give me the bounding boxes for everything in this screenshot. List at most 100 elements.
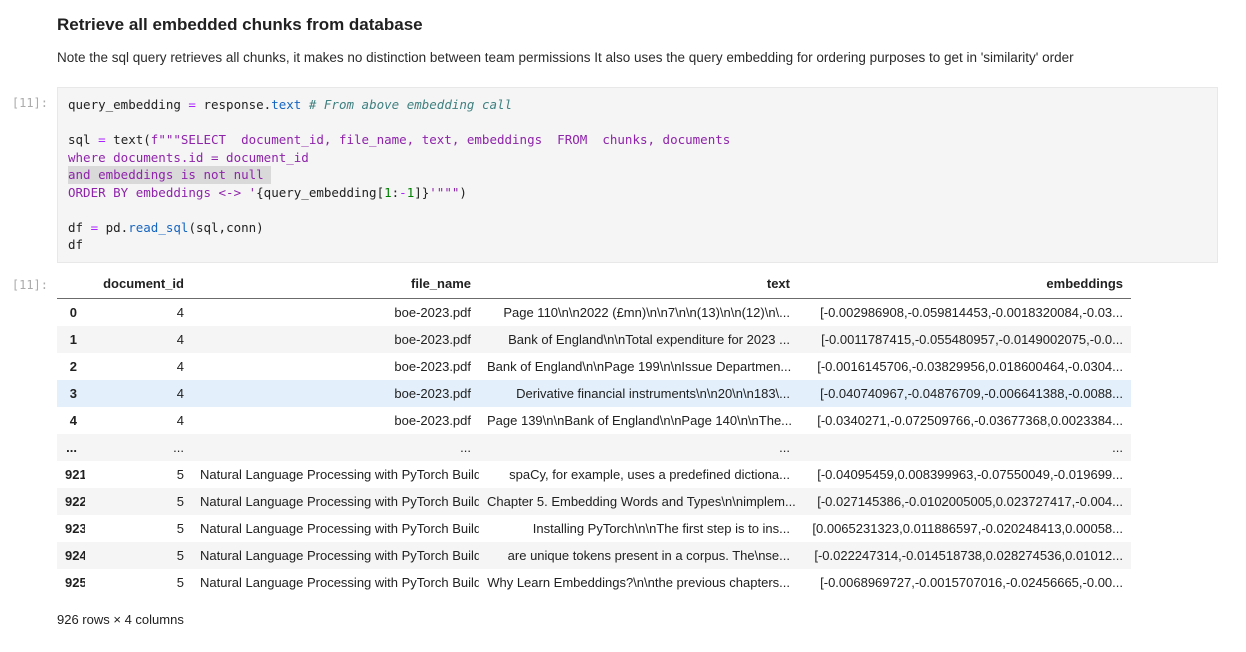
table-cell: Natural Language Processing with PyTorch… <box>192 569 479 596</box>
table-cell: [-0.0068969727,-0.0015707016,-0.02456665… <box>798 569 1131 596</box>
code-token: (sql,conn) <box>188 220 263 235</box>
code-line: ORDER BY embeddings <-> '{query_embeddin… <box>68 184 1207 202</box>
column-header: embeddings <box>798 270 1131 299</box>
table-cell: boe-2023.pdf <box>192 353 479 380</box>
table-header: document_idfile_nametextembeddings <box>57 270 1131 299</box>
code-token: = <box>188 97 196 112</box>
output-area: document_idfile_nametextembeddings 04boe… <box>57 270 1246 627</box>
code-cell: [11]: query_embedding = response.text # … <box>0 87 1246 263</box>
column-header: text <box>479 270 798 299</box>
table-cell: 4 <box>85 353 192 380</box>
code-token: query_embedding <box>68 97 188 112</box>
row-index: 0 <box>57 298 85 326</box>
table-cell: 4 <box>85 326 192 353</box>
code-token: sql <box>68 132 98 147</box>
row-index: ... <box>57 434 85 461</box>
table-cell: Page 139\n\nBank of England\n\nPage 140\… <box>479 407 798 434</box>
code-token: text <box>271 97 301 112</box>
row-index: 1 <box>57 326 85 353</box>
code-token: df <box>68 237 83 252</box>
table-cell: Page 110\n\n2022 (£mn)\n\n7\n\n(13)\n\n(… <box>479 298 798 326</box>
table-cell: [-0.027145386,-0.0102005005,0.023727417,… <box>798 488 1131 515</box>
table-body: 04boe-2023.pdfPage 110\n\n2022 (£mn)\n\n… <box>57 298 1131 596</box>
output-prompt: [11]: <box>0 270 48 292</box>
table-row: 9245Natural Language Processing with PyT… <box>57 542 1131 569</box>
row-index: 925 <box>57 569 85 596</box>
column-header <box>57 270 85 299</box>
code-token: = <box>91 220 99 235</box>
table-cell: Installing PyTorch\n\nThe first step is … <box>479 515 798 542</box>
table-cell: Why Learn Embeddings?\n\nthe previous ch… <box>479 569 798 596</box>
table-cell: [-0.002986908,-0.059814453,-0.0018320084… <box>798 298 1131 326</box>
table-cell: boe-2023.pdf <box>192 380 479 407</box>
table-cell: 4 <box>85 298 192 326</box>
code-token: pd. <box>98 220 128 235</box>
row-index: 924 <box>57 542 85 569</box>
table-row: 14boe-2023.pdfBank of England\n\nTotal e… <box>57 326 1131 353</box>
code-token: f"""SELECT document_id, file_name, text,… <box>151 132 730 147</box>
row-index: 4 <box>57 407 85 434</box>
table-cell: 4 <box>85 407 192 434</box>
table-cell: [-0.04095459,0.008399963,-0.07550049,-0.… <box>798 461 1131 488</box>
table-cell: Natural Language Processing with PyTorch… <box>192 515 479 542</box>
code-line: df <box>68 236 1207 254</box>
table-cell: Derivative financial instruments\n\n20\n… <box>479 380 798 407</box>
table-cell: [-0.0016145706,-0.03829956,0.018600464,-… <box>798 353 1131 380</box>
table-cell: spaCy, for example, uses a predefined di… <box>479 461 798 488</box>
table-cell: [-0.0011787415,-0.055480957,-0.014900207… <box>798 326 1131 353</box>
code-token: ) <box>459 185 467 200</box>
code-line-highlighted: and embeddings is not null <box>68 166 271 184</box>
table-cell: 5 <box>85 488 192 515</box>
table-cell: 5 <box>85 461 192 488</box>
table-row-hovered: 34boe-2023.pdfDerivative financial instr… <box>57 380 1131 407</box>
table-cell: 4 <box>85 380 192 407</box>
table-row: 24boe-2023.pdfBank of England\n\nPage 19… <box>57 353 1131 380</box>
row-index: 2 <box>57 353 85 380</box>
code-token <box>301 97 309 112</box>
table-cell: 5 <box>85 569 192 596</box>
dataframe-table: document_idfile_nametextembeddings 04boe… <box>57 270 1131 596</box>
code-token: {query_embedding[ <box>256 185 384 200</box>
code-token: ]} <box>414 185 429 200</box>
code-token: # From above embedding call <box>309 97 512 112</box>
code-editor[interactable]: query_embedding = response.text # From a… <box>57 87 1218 263</box>
code-line <box>68 114 1207 132</box>
table-cell: Natural Language Processing with PyTorch… <box>192 542 479 569</box>
code-token: response. <box>196 97 271 112</box>
table-cell: Chapter 5. Embedding Words and Types\n\n… <box>479 488 798 515</box>
row-index: 922 <box>57 488 85 515</box>
table-row: 9255Natural Language Processing with PyT… <box>57 569 1131 596</box>
table-cell: ... <box>85 434 192 461</box>
row-count-summary: 926 rows × 4 columns <box>57 612 1246 627</box>
code-line: query_embedding = response.text # From a… <box>68 96 1207 114</box>
code-line <box>68 201 1207 219</box>
code-line: where documents.id = document_id <box>68 149 1207 167</box>
column-header: file_name <box>192 270 479 299</box>
code-token: 1 <box>384 185 392 200</box>
table-cell: Natural Language Processing with PyTorch… <box>192 461 479 488</box>
input-prompt: [11]: <box>0 87 48 110</box>
code-token: '""" <box>429 185 459 200</box>
table-cell: 5 <box>85 515 192 542</box>
table-row: 9215Natural Language Processing with PyT… <box>57 461 1131 488</box>
table-row: 9225Natural Language Processing with PyT… <box>57 488 1131 515</box>
table-cell: ... <box>479 434 798 461</box>
code-token: = <box>98 132 106 147</box>
table-cell: ... <box>192 434 479 461</box>
code-token: where documents.id = document_id <box>68 150 309 165</box>
table-cell: are unique tokens present in a corpus. T… <box>479 542 798 569</box>
table-cell: Natural Language Processing with PyTorch… <box>192 488 479 515</box>
markdown-note: Note the sql query retrieves all chunks,… <box>57 50 1216 66</box>
table-row: 04boe-2023.pdfPage 110\n\n2022 (£mn)\n\n… <box>57 298 1131 326</box>
code-token: text( <box>106 132 151 147</box>
table-cell: ... <box>798 434 1131 461</box>
table-row: 44boe-2023.pdfPage 139\n\nBank of Englan… <box>57 407 1131 434</box>
markdown-cell: Retrieve all embedded chunks from databa… <box>57 14 1216 66</box>
table-cell: boe-2023.pdf <box>192 407 479 434</box>
code-token: and embeddings is not null <box>68 167 271 182</box>
code-token: ORDER BY embeddings <-> ' <box>68 185 256 200</box>
code-token: read_sql <box>128 220 188 235</box>
table-cell: [0.0065231323,0.011886597,-0.020248413,0… <box>798 515 1131 542</box>
markdown-heading: Retrieve all embedded chunks from databa… <box>57 14 1216 35</box>
output-cell: [11]: document_idfile_nametextembeddings… <box>0 270 1246 627</box>
